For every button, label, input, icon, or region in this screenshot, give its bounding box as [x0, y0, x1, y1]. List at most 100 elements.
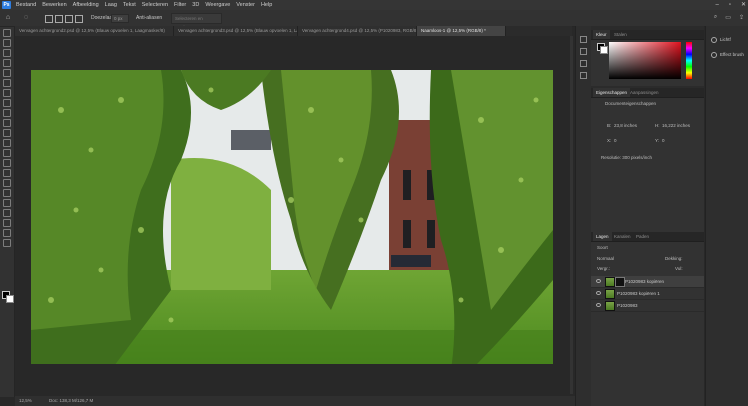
tab-lagen[interactable]: Lagen	[593, 232, 612, 241]
paragraph-icon[interactable]	[580, 72, 587, 79]
layer-name[interactable]: P1020983 kopiëren	[625, 276, 664, 287]
path-select-tool-icon[interactable]	[3, 199, 11, 207]
panel-icon-strip	[575, 26, 591, 406]
blur-tool-icon[interactable]	[3, 159, 11, 167]
tab-document-2[interactable]: Vervagen achtergrond3.psd @ 12,5% (Blauw…	[174, 26, 298, 36]
layer-name[interactable]: P1020983	[617, 300, 638, 311]
brush-settings-icon[interactable]	[580, 60, 587, 67]
layer-mask-thumbnail[interactable]	[615, 277, 625, 287]
maximize-button[interactable]: ▫	[729, 0, 731, 10]
height-value[interactable]: 16,222 inches	[662, 123, 690, 129]
move-tool-icon[interactable]	[3, 29, 11, 37]
background-color[interactable]	[6, 295, 14, 303]
panel-background-color[interactable]	[600, 46, 608, 54]
lib-item-effect-brush[interactable]: Effect brush	[711, 51, 744, 58]
subtract-selection-icon[interactable]	[65, 15, 73, 23]
eyedropper-tool-icon[interactable]	[3, 89, 11, 97]
brush-tool-icon[interactable]	[3, 109, 11, 117]
lasso-tool-icon[interactable]: ◌	[22, 14, 30, 22]
feather-input[interactable]: 0 px	[111, 14, 129, 23]
menu-filter[interactable]: Filter	[174, 0, 186, 10]
stamp-tool-icon[interactable]	[3, 119, 11, 127]
tab-document-active[interactable]: Naamloos-1 @ 12,5% (RGB/8) *	[417, 26, 506, 36]
eraser-tool-icon[interactable]	[3, 139, 11, 147]
new-selection-icon[interactable]	[45, 15, 53, 23]
healing-brush-icon[interactable]	[3, 99, 11, 107]
intersect-selection-icon[interactable]	[75, 15, 83, 23]
layer-thumbnail	[605, 289, 615, 299]
tab-paden[interactable]: Paden	[633, 232, 652, 241]
minimize-button[interactable]: –	[715, 0, 718, 10]
birch-trees-photo	[31, 70, 553, 364]
layer-name[interactable]: P1020983 kopiëren 1	[617, 288, 660, 299]
width-value[interactable]: 23,8 inches	[614, 123, 637, 129]
layer-row[interactable]: P1020983 kopiëren 1	[591, 288, 704, 300]
document-photo[interactable]	[31, 70, 553, 364]
tab-kleur[interactable]: Kleur	[593, 30, 610, 39]
menu-afbeelding[interactable]: Afbeelding	[73, 0, 99, 10]
document-properties-label: Documenteigenschappen	[605, 101, 657, 106]
crop-tool-icon[interactable]	[3, 69, 11, 77]
tab-stalen[interactable]: Stalen	[611, 30, 630, 39]
search-icon[interactable]: ⌕	[714, 14, 717, 21]
marquee-tool-icon[interactable]	[3, 39, 11, 47]
anti-alias-checkbox[interactable]: Anti-aliasen	[136, 14, 162, 22]
menu-bestand[interactable]: Bestand	[16, 0, 36, 10]
blend-mode-select[interactable]: Normaal	[597, 256, 614, 262]
zoom-tool-icon[interactable]	[3, 229, 11, 237]
frame-tool-icon[interactable]	[3, 79, 11, 87]
hue-slider[interactable]	[686, 42, 692, 79]
menu-bewerken[interactable]: Bewerken	[42, 0, 66, 10]
more-tools-icon[interactable]	[3, 239, 11, 247]
pen-tool-icon[interactable]	[3, 179, 11, 187]
close-button[interactable]: ✕	[741, 0, 746, 10]
history-icon[interactable]	[580, 36, 587, 43]
layer-thumbnail	[605, 277, 615, 287]
lasso-tool-icon[interactable]	[3, 49, 11, 57]
menu-weergave[interactable]: Weergave	[205, 0, 230, 10]
lightbulb-icon	[711, 36, 717, 43]
quick-select-tool-icon[interactable]	[3, 59, 11, 67]
layer-row[interactable]: P1020983	[591, 300, 704, 312]
visibility-eye-icon[interactable]	[596, 291, 601, 295]
visibility-eye-icon[interactable]	[596, 279, 601, 283]
menu-selecteren[interactable]: Selecteren	[142, 0, 168, 10]
tab-document-3[interactable]: Vervagen achtergrond4.psd @ 12,5% (P1020…	[298, 26, 417, 36]
select-and-mask-button[interactable]: Selecteren en maskeren...	[171, 13, 222, 30]
workspace-icon[interactable]: ▭	[725, 14, 731, 21]
dodge-tool-icon[interactable]	[3, 169, 11, 177]
tab-kanalen[interactable]: Kanalen	[611, 232, 634, 241]
visibility-eye-icon[interactable]	[596, 303, 601, 307]
layer-row[interactable]: P1020983 kopiëren	[591, 276, 704, 288]
y-value[interactable]: 0	[662, 138, 665, 144]
lib-item-lichtf[interactable]: Lichtf	[711, 36, 731, 43]
menu-laag[interactable]: Laag	[105, 0, 117, 10]
share-icon[interactable]: ⇪	[739, 14, 744, 21]
tab-eigenschappen[interactable]: Eigenschappen	[593, 88, 631, 97]
tab-aanpassingen[interactable]: Aanpassingen	[627, 88, 662, 97]
menu-tekst[interactable]: Tekst	[123, 0, 136, 10]
menu-help[interactable]: Help	[261, 0, 272, 10]
lock-label: Vergr.:	[597, 266, 611, 271]
shape-tool-icon[interactable]	[3, 209, 11, 217]
vertical-scrollbar[interactable]	[570, 36, 573, 394]
type-tool-icon[interactable]	[3, 189, 11, 197]
main-menu: Bestand Bewerken Afbeelding Laag Tekst S…	[16, 0, 272, 10]
lib-item-label: Effect brush	[720, 52, 744, 57]
x-value[interactable]: 0	[614, 138, 617, 144]
history-brush-icon[interactable]	[3, 129, 11, 137]
hand-tool-icon[interactable]	[3, 219, 11, 227]
fill-label: Vul:	[675, 266, 683, 271]
info-icon[interactable]	[580, 48, 587, 55]
menu-3d[interactable]: 3D	[192, 0, 199, 10]
canvas-area[interactable]	[15, 36, 570, 394]
layer-kind-filter[interactable]: Soort	[597, 245, 608, 251]
zoom-level[interactable]: 12,5%	[19, 396, 32, 406]
options-bar: ⌂ ◌ Doezelaar: 0 px Anti-aliasen Selecte…	[0, 10, 748, 30]
gradient-tool-icon[interactable]	[3, 149, 11, 157]
add-selection-icon[interactable]	[55, 15, 63, 23]
home-icon[interactable]: ⌂	[4, 14, 12, 22]
color-picker-field[interactable]	[609, 42, 681, 79]
menu-venster[interactable]: Venster	[236, 0, 255, 10]
tab-document-1[interactable]: Vervagen achtergrond2.psd @ 12,5% (Blauw…	[15, 26, 174, 36]
